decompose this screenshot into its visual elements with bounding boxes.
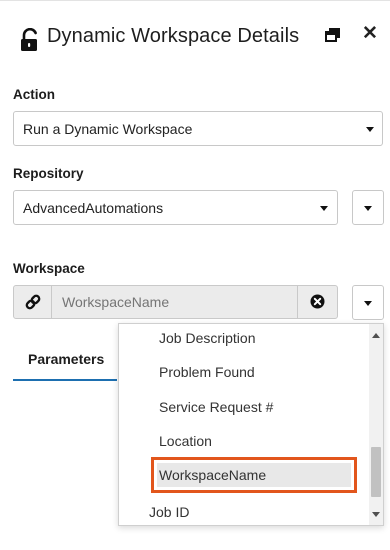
tab-parameters[interactable]: Parameters: [13, 341, 117, 381]
repository-label: Repository: [13, 166, 84, 181]
list-item[interactable]: Location: [159, 433, 212, 449]
list-item[interactable]: Service Request #: [159, 399, 273, 415]
action-label: Action: [13, 87, 55, 102]
workspace-menu-button[interactable]: [352, 285, 384, 320]
scroll-down-arrow-icon[interactable]: [372, 512, 380, 517]
list-item[interactable]: Problem Found: [159, 364, 255, 380]
link-button[interactable]: [14, 286, 52, 318]
workspace-dropdown-list: Job Description Problem Found Service Re…: [118, 323, 384, 526]
link-icon: [25, 294, 41, 315]
action-select-value: Run a Dynamic Workspace: [23, 121, 193, 137]
list-item[interactable]: Job ID: [149, 504, 189, 520]
list-item[interactable]: Job Description: [159, 330, 256, 346]
chevron-down-icon: [364, 301, 372, 306]
dropdown-scrollbar[interactable]: [369, 324, 383, 525]
scroll-up-arrow-icon[interactable]: [372, 333, 380, 338]
tab-parameters-label: Parameters: [28, 351, 105, 367]
unlocked-padlock-icon: [19, 27, 41, 52]
list-item-workspace-name[interactable]: WorkspaceName: [159, 467, 266, 483]
workspace-input-group: [13, 285, 338, 319]
clear-workspace-button[interactable]: [297, 286, 337, 318]
repository-menu-button[interactable]: [352, 190, 384, 225]
workspace-name-input[interactable]: [52, 286, 298, 318]
chevron-down-icon: [364, 206, 372, 211]
panel-title: Dynamic Workspace Details: [47, 25, 300, 47]
chevron-down-icon: [366, 127, 374, 132]
clear-circle-x-icon: [310, 294, 325, 314]
restore-window-icon[interactable]: [325, 27, 341, 43]
scrollbar-thumb[interactable]: [371, 447, 381, 497]
repository-select-value: AdvancedAutomations: [23, 200, 164, 216]
panel-header: Dynamic Workspace Details ✕: [0, 17, 390, 61]
workspace-details-panel: Dynamic Workspace Details ✕ Action Run a…: [0, 0, 390, 550]
action-select[interactable]: Run a Dynamic Workspace: [13, 111, 383, 146]
workspace-label: Workspace: [13, 261, 85, 276]
repository-select[interactable]: AdvancedAutomations: [13, 190, 338, 225]
close-icon[interactable]: ✕: [362, 23, 378, 45]
chevron-down-icon: [320, 206, 328, 211]
